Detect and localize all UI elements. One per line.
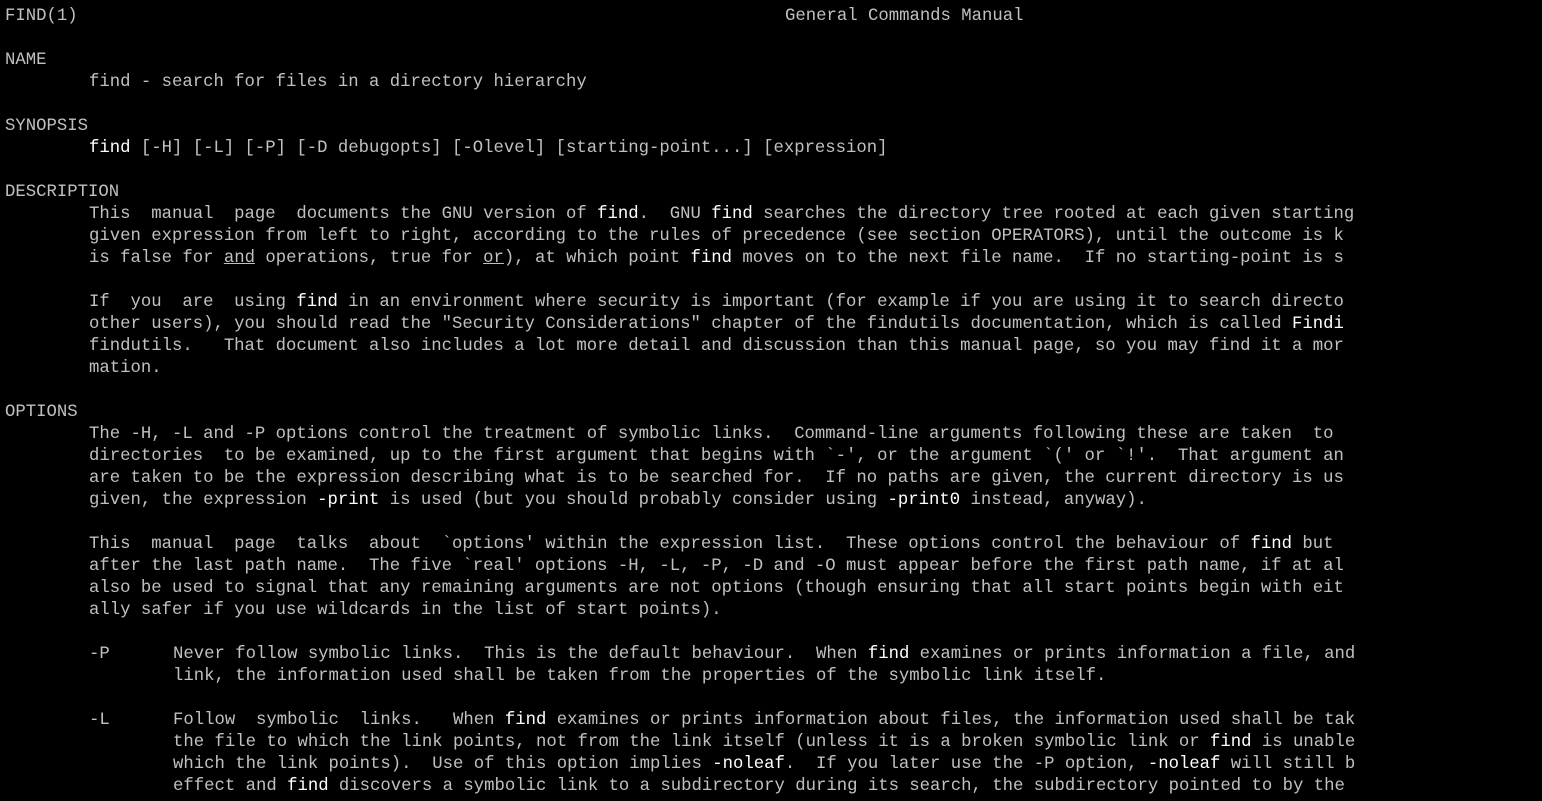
description-p1-line3: is false for and operations, true for or…: [89, 249, 1344, 268]
option-L-line3: which the link points). Use of this opti…: [173, 755, 1356, 774]
description-p2-line1: If you are using find in an environment …: [89, 293, 1344, 312]
option-P-line2: link, the information used shall be take…: [173, 667, 1107, 686]
option-L-line4: effect and find discovers a symbolic lin…: [173, 777, 1345, 796]
synopsis-command: find: [89, 139, 131, 158]
terminal-window[interactable]: FIND(1) General Commands Manual NAME fin…: [0, 0, 1542, 801]
options-p1-line3: are taken to be the expression describin…: [89, 469, 1344, 488]
option-flag-L: -L: [89, 711, 110, 730]
options-p1-line1: The -H, -L and -P options control the tr…: [89, 425, 1334, 444]
options-p2-line1: This manual page talks about `options' w…: [89, 535, 1334, 554]
options-p2-line3: also be used to signal that any remainin…: [89, 579, 1344, 598]
section-heading-options: OPTIONS: [5, 403, 78, 422]
description-p2-line4: mation.: [89, 359, 162, 378]
options-p1-line2: directories to be examined, up to the fi…: [89, 447, 1344, 466]
section-heading-description: DESCRIPTION: [5, 183, 120, 202]
section-heading-name: NAME: [5, 51, 47, 70]
option-L-line2: the file to which the link points, not f…: [173, 733, 1356, 752]
man-header-center: General Commands Manual: [785, 7, 1024, 26]
description-p2-line3: findutils. That document also includes a…: [89, 337, 1344, 356]
options-p2-line4: ally safer if you use wildcards in the l…: [89, 601, 722, 620]
description-p1-line2: given expression from left to right, acc…: [89, 227, 1344, 246]
description-p1-line1: This manual page documents the GNU versi…: [89, 205, 1355, 224]
synopsis-line: find [-H] [-L] [-P] [-D debugopts] [-Ole…: [89, 138, 888, 160]
description-p2-line2: other users), you should read the "Secur…: [89, 315, 1344, 334]
man-header-left: FIND(1): [5, 7, 78, 26]
option-flag-P: -P: [89, 645, 110, 664]
option-P-line1: Never follow symbolic links. This is the…: [173, 645, 1356, 664]
name-text: find - search for files in a directory h…: [89, 73, 587, 92]
section-heading-synopsis: SYNOPSIS: [5, 117, 88, 136]
synopsis-args: [-H] [-L] [-P] [-D debugopts] [-Olevel] …: [130, 139, 888, 158]
option-L-line1: Follow symbolic links. When find examine…: [173, 711, 1356, 730]
options-p1-line4: given, the expression -print is used (bu…: [89, 491, 1147, 510]
options-p2-line2: after the last path name. The five `real…: [89, 557, 1344, 576]
